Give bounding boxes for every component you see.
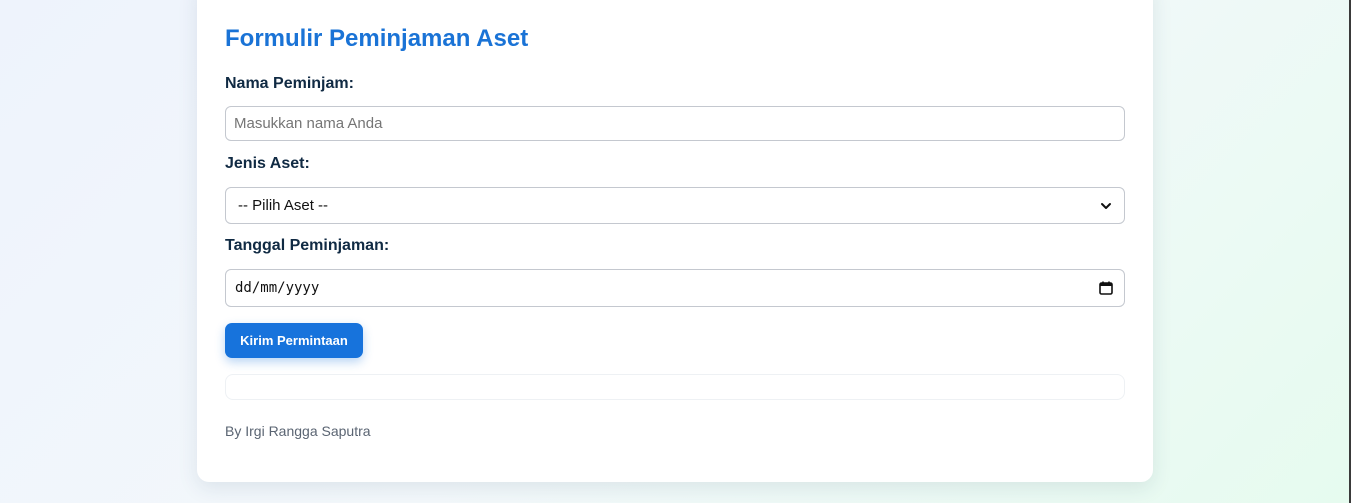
submit-button[interactable]: Kirim Permintaan bbox=[225, 323, 363, 358]
asset-select[interactable]: -- Pilih Aset -- bbox=[225, 187, 1125, 224]
asset-select-value: -- Pilih Aset -- bbox=[238, 197, 329, 214]
chevron-down-icon bbox=[1100, 200, 1112, 212]
asset-label: Jenis Aset: bbox=[225, 155, 310, 172]
date-label: Tanggal Peminjaman: bbox=[225, 237, 390, 254]
result-box bbox=[225, 374, 1125, 400]
form-title: Formulir Peminjaman Aset bbox=[225, 25, 529, 52]
footer-credit: By Irgi Rangga Saputra bbox=[225, 423, 371, 439]
date-input[interactable]: dd/mm/yyyy bbox=[225, 269, 1125, 307]
calendar-icon[interactable] bbox=[1098, 280, 1114, 296]
name-label: Nama Peminjam: bbox=[225, 75, 354, 92]
date-input-placeholder: dd/mm/yyyy bbox=[235, 280, 320, 296]
name-input[interactable] bbox=[225, 106, 1125, 141]
